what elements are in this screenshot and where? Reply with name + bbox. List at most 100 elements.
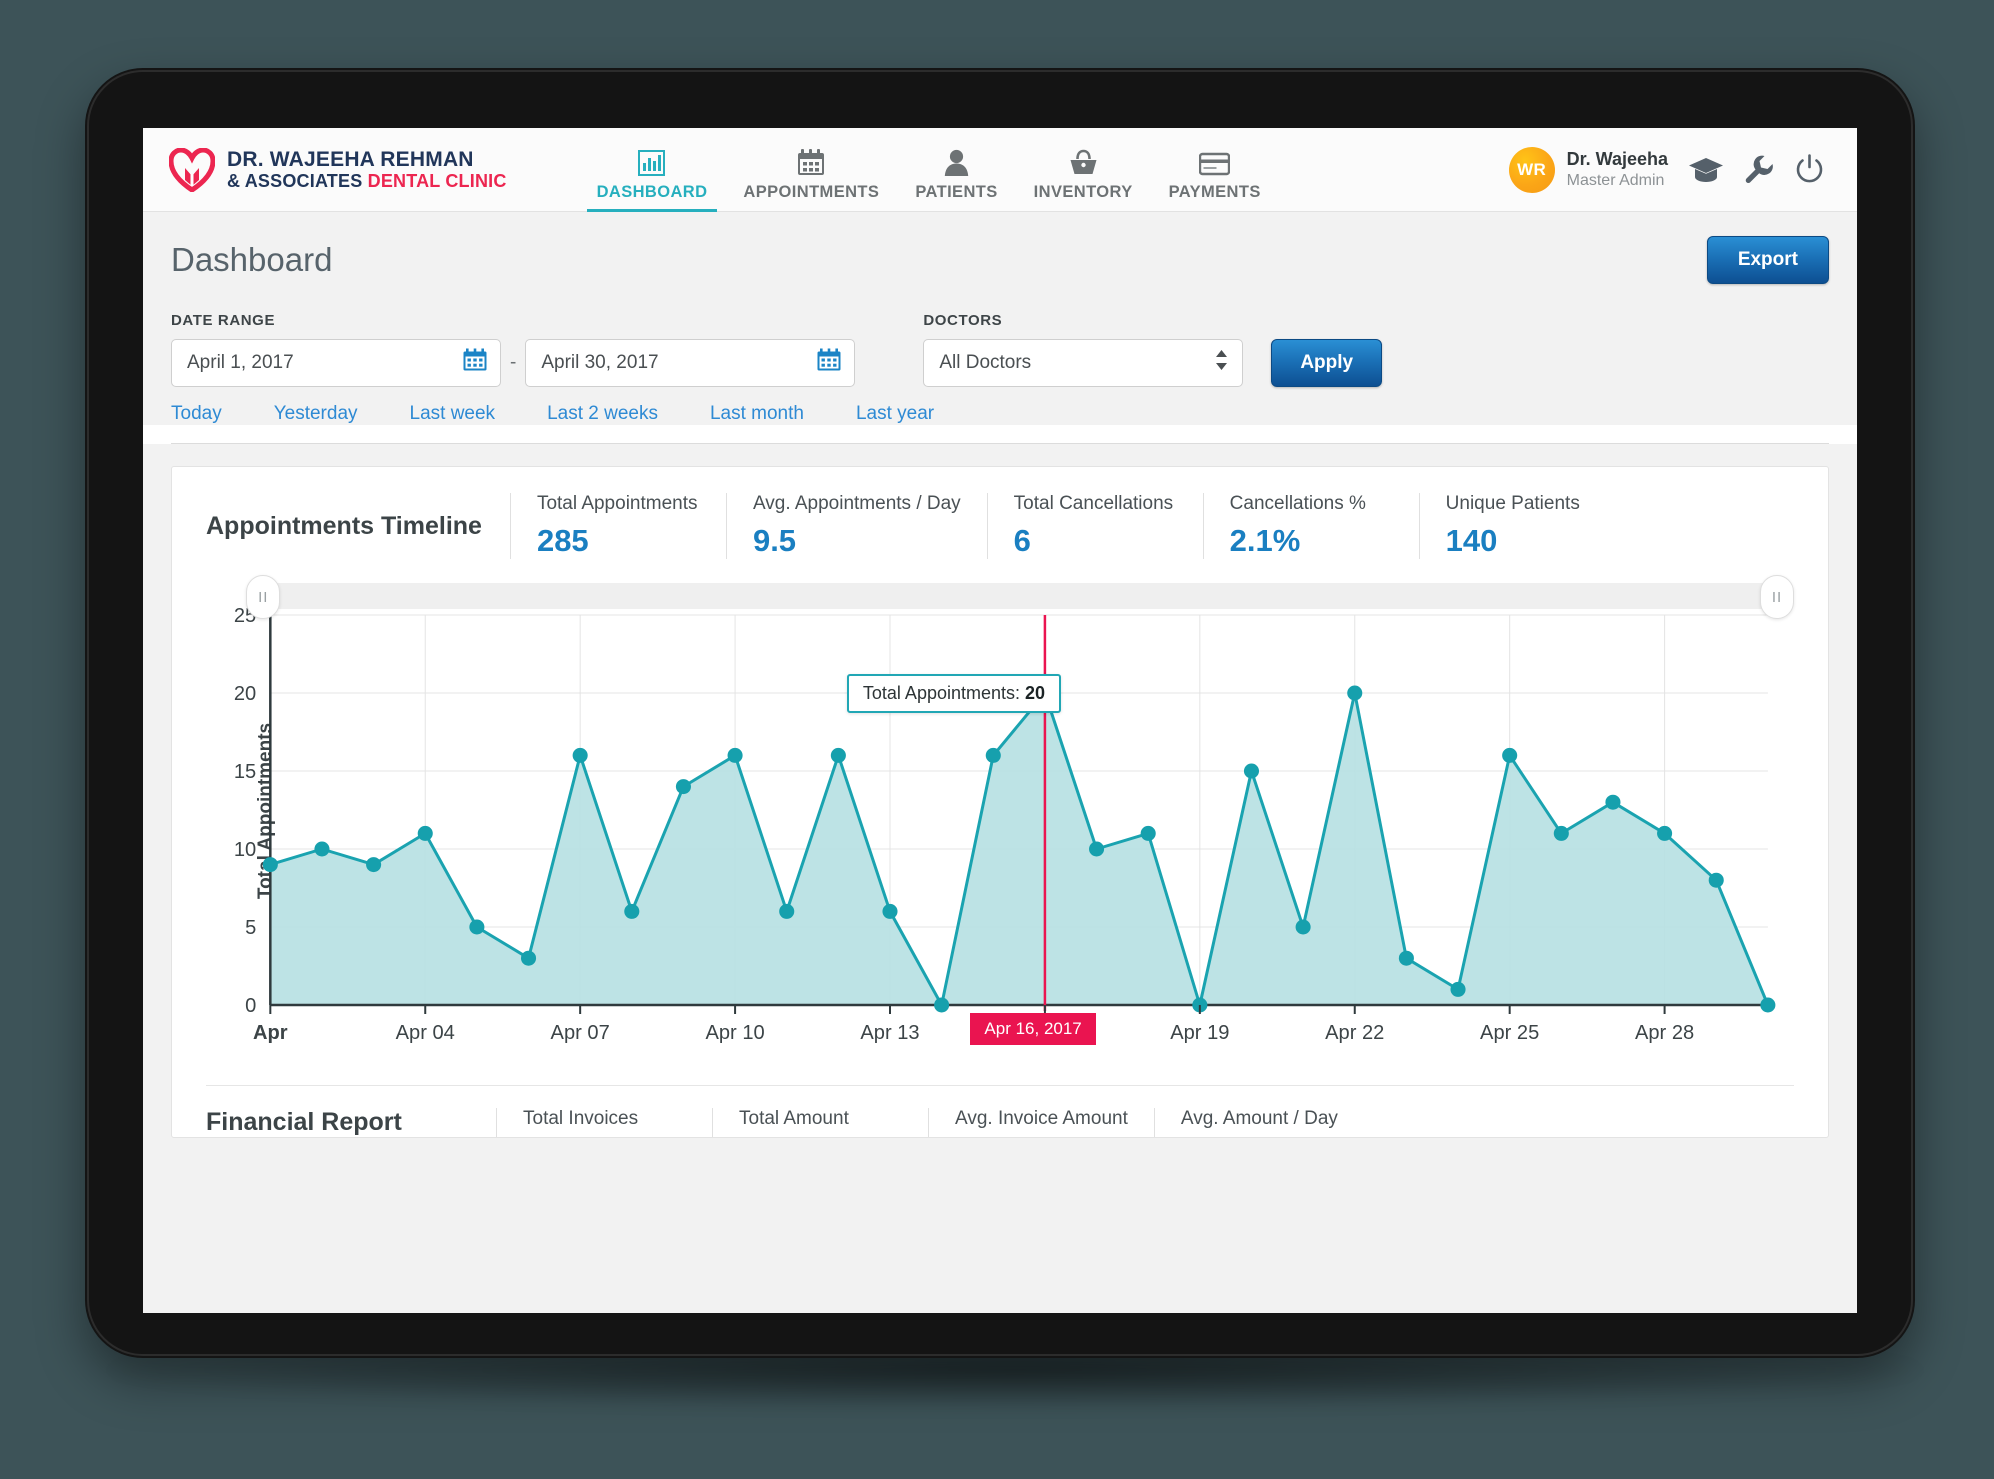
nav-item-patients[interactable]: PATIENTS bbox=[897, 128, 1015, 212]
quick-link-last-month[interactable]: Last month bbox=[710, 403, 804, 425]
metric-total-amount: Total Amount bbox=[712, 1108, 928, 1137]
nav-item-inventory[interactable]: INVENTORY bbox=[1016, 128, 1151, 212]
quick-link-today[interactable]: Today bbox=[171, 403, 222, 425]
user-name: Dr. Wajeeha bbox=[1566, 149, 1668, 170]
metric-label: Avg. Appointments / Day bbox=[752, 493, 961, 514]
svg-text:Apr 19: Apr 19 bbox=[1170, 1022, 1229, 1044]
calendar-icon[interactable] bbox=[463, 348, 487, 378]
metric-value: 9.5 bbox=[752, 523, 797, 558]
date-to-value: April 30, 2017 bbox=[541, 352, 659, 373]
metric-cancellations-percent: Cancellations % 2.1% bbox=[1202, 493, 1419, 559]
person-icon bbox=[944, 146, 969, 176]
svg-text:10: 10 bbox=[234, 839, 256, 861]
updown-arrows-icon bbox=[1215, 349, 1228, 377]
user-area: WR Dr. Wajeeha Master Admin bbox=[1508, 146, 1831, 193]
date-range-separator: - bbox=[510, 352, 517, 373]
svg-text:5: 5 bbox=[245, 917, 256, 939]
metric-label: Unique Patients bbox=[1445, 493, 1580, 514]
basket-icon bbox=[1069, 146, 1098, 176]
metric-value: 2.1% bbox=[1229, 523, 1301, 558]
metric-avg-amount-per-day: Avg. Amount / Day bbox=[1153, 1108, 1370, 1137]
date-from-value: April 1, 2017 bbox=[187, 352, 294, 373]
handle-grip-icon: II bbox=[1771, 588, 1783, 606]
tablet-screen: DR. WAJEEHA REHMAN & ASSOCIATES DENTAL C… bbox=[143, 128, 1857, 1313]
brand-line-1: DR. WAJEEHA REHMAN bbox=[227, 147, 474, 171]
date-from-input[interactable]: April 1, 2017 bbox=[171, 339, 501, 387]
chart-scroll-track[interactable] bbox=[262, 583, 1782, 609]
quick-link-last-year[interactable]: Last year bbox=[856, 403, 934, 425]
quick-date-links: Today Yesterday Last week Last 2 weeks L… bbox=[143, 387, 1857, 425]
metric-label: Total Amount bbox=[739, 1108, 849, 1129]
page-header: Dashboard Export bbox=[143, 212, 1857, 298]
svg-text:15: 15 bbox=[234, 761, 256, 783]
metric-label: Avg. Amount / Day bbox=[1180, 1108, 1338, 1129]
doctors-group: DOCTORS All Doctors bbox=[923, 312, 1244, 387]
nav-item-dashboard[interactable]: DASHBOARD bbox=[579, 128, 726, 212]
appointments-chart-area: Total Appointments II II 0 5 10 15 20 25 Apr Ap… bbox=[172, 559, 1828, 1063]
scene: DR. WAJEEHA REHMAN & ASSOCIATES DENTAL C… bbox=[0, 0, 1994, 1479]
main-nav-items: DASHBOARD APPOINTMENTS PATIENTS INVENTOR… bbox=[579, 128, 1279, 212]
apply-button[interactable]: Apply bbox=[1271, 339, 1383, 387]
dashboard-body: Appointments Timeline Total Appointments… bbox=[143, 444, 1857, 1313]
metric-total-cancellations: Total Cancellations 6 bbox=[986, 493, 1203, 559]
doctors-selected-value: All Doctors bbox=[939, 352, 1032, 373]
top-navigation-bar: DR. WAJEEHA REHMAN & ASSOCIATES DENTAL C… bbox=[143, 128, 1857, 212]
appointments-area-chart[interactable]: 0510152025Apr Apr 04 Apr 07 Apr 10 Apr 13 Apr… bbox=[206, 589, 1794, 1059]
svg-text:Apr 04: Apr 04 bbox=[396, 1022, 455, 1044]
svg-text:Apr 25: Apr 25 bbox=[1480, 1022, 1539, 1044]
filters-bar: DATE RANGE April 1, 2017 - April 30, 201… bbox=[143, 298, 1857, 387]
svg-text:Apr 28: Apr 28 bbox=[1635, 1022, 1694, 1044]
doctors-select[interactable]: All Doctors bbox=[923, 339, 1244, 387]
export-button[interactable]: Export bbox=[1706, 236, 1829, 284]
date-to-input[interactable]: April 30, 2017 bbox=[525, 339, 856, 387]
brand-line-2-red: DENTAL CLINIC bbox=[367, 171, 507, 192]
appointments-card-header: Appointments Timeline Total Appointments… bbox=[172, 493, 1828, 559]
doctors-label: DOCTORS bbox=[923, 312, 1003, 329]
svg-text:Apr 10: Apr 10 bbox=[705, 1022, 764, 1044]
nav-item-appointments[interactable]: APPOINTMENTS bbox=[725, 128, 897, 212]
svg-text:Apr 13: Apr 13 bbox=[860, 1022, 919, 1044]
metric-label: Total Invoices bbox=[523, 1108, 639, 1129]
svg-text:20: 20 bbox=[234, 683, 256, 705]
nav-label-appointments: APPOINTMENTS bbox=[743, 182, 880, 201]
metric-label: Total Appointments bbox=[536, 493, 698, 514]
calendar-icon bbox=[797, 146, 825, 176]
graduation-cap-icon[interactable] bbox=[1688, 156, 1724, 183]
handle-grip-icon: II bbox=[258, 588, 269, 606]
financial-report-title: Financial Report bbox=[206, 1108, 402, 1136]
date-range-group: DATE RANGE April 1, 2017 - April 30, 201… bbox=[171, 312, 856, 387]
tooltip-value: 20 bbox=[1025, 682, 1046, 703]
quick-link-last-week[interactable]: Last week bbox=[410, 403, 496, 425]
metric-label: Avg. Invoice Amount bbox=[955, 1108, 1128, 1129]
chart-highlight-date-badge: Apr 16, 2017 bbox=[970, 1013, 1096, 1045]
tooltip-label: Total Appointments: bbox=[862, 682, 1026, 703]
svg-text:Apr 22: Apr 22 bbox=[1325, 1022, 1384, 1044]
metric-avg-invoice-amount: Avg. Invoice Amount bbox=[928, 1108, 1154, 1137]
avatar[interactable]: WR bbox=[1508, 146, 1555, 193]
date-range-label: DATE RANGE bbox=[171, 312, 276, 329]
nav-label-patients: PATIENTS bbox=[915, 182, 998, 201]
nav-label-payments: PAYMENTS bbox=[1168, 182, 1261, 201]
user-role: Master Admin bbox=[1566, 171, 1665, 189]
quick-link-last-2-weeks[interactable]: Last 2 weeks bbox=[547, 403, 658, 425]
brand-logo[interactable]: DR. WAJEEHA REHMAN & ASSOCIATES DENTAL C… bbox=[169, 147, 507, 192]
quick-link-yesterday[interactable]: Yesterday bbox=[274, 403, 358, 425]
svg-text:Apr: Apr bbox=[253, 1022, 288, 1044]
nav-item-payments[interactable]: PAYMENTS bbox=[1151, 128, 1279, 212]
svg-text:Apr 07: Apr 07 bbox=[551, 1022, 610, 1044]
chart-range-handle-left[interactable]: II bbox=[246, 575, 281, 619]
appointments-timeline-card: Appointments Timeline Total Appointments… bbox=[171, 466, 1829, 1138]
chart-range-handle-right[interactable]: II bbox=[1760, 575, 1794, 619]
wrench-icon[interactable] bbox=[1744, 155, 1774, 185]
metric-unique-patients: Unique Patients 140 bbox=[1418, 493, 1635, 559]
metric-total-invoices: Total Invoices bbox=[496, 1108, 712, 1137]
power-icon[interactable] bbox=[1794, 154, 1825, 185]
page-title: Dashboard bbox=[171, 241, 333, 278]
metric-label: Cancellations % bbox=[1229, 493, 1366, 514]
user-identity[interactable]: Dr. Wajeeha Master Admin bbox=[1567, 148, 1668, 191]
bar-chart-icon bbox=[638, 146, 666, 176]
metric-value: 6 bbox=[1013, 523, 1031, 558]
chart-canvas: II II 0 5 10 15 20 25 Apr Apr 04 Apr 07 Apr 10 Apr… bbox=[206, 575, 1794, 1059]
metric-total-appointments: Total Appointments 285 bbox=[509, 493, 726, 559]
calendar-icon[interactable] bbox=[817, 348, 841, 378]
